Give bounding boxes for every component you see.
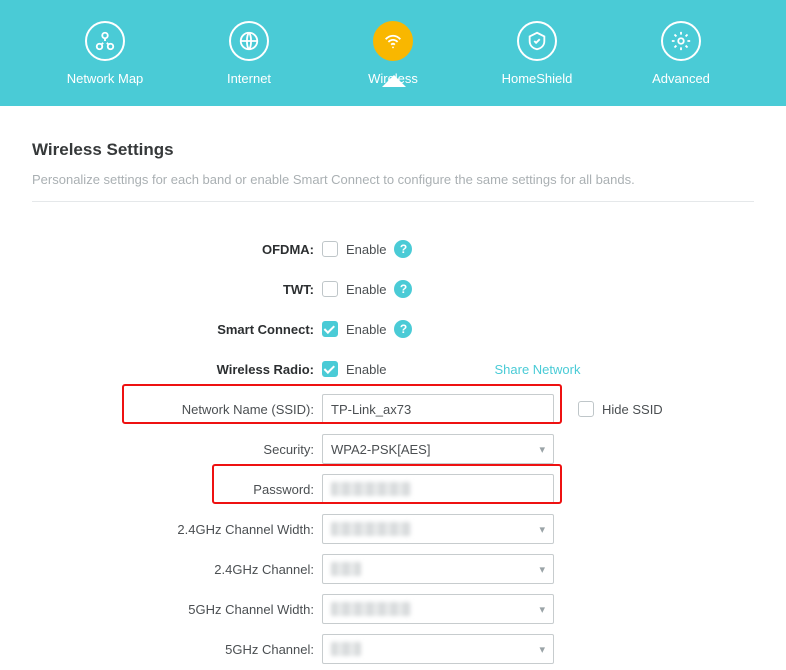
ssid-input[interactable] — [322, 394, 554, 424]
ch-24-label: 2.4GHz Channel: — [32, 562, 322, 577]
nav-network-map[interactable]: Network Map — [57, 21, 153, 86]
blurred-value — [331, 602, 411, 616]
help-icon[interactable]: ? — [394, 240, 412, 258]
ch-width-5-label: 5GHz Channel Width: — [32, 602, 322, 617]
active-tab-arrow — [382, 75, 406, 87]
globe-icon — [229, 21, 269, 61]
chevron-down-icon: ▾ — [539, 523, 545, 536]
ch-24-select[interactable]: ▾ — [322, 554, 554, 584]
row-24-width: 2.4GHz Channel Width: ▾ — [32, 510, 754, 548]
security-value: WPA2-PSK[AES] — [331, 442, 430, 457]
blurred-value — [331, 522, 411, 536]
ssid-label: Network Name (SSID): — [32, 402, 322, 417]
row-24-channel: 2.4GHz Channel: ▾ — [32, 550, 754, 588]
page-content: Wireless Settings Personalize settings f… — [0, 106, 786, 668]
ch-width-24-label: 2.4GHz Channel Width: — [32, 522, 322, 537]
top-nav: Network Map Internet Wireless HomeShield… — [0, 0, 786, 106]
row-ssid: Network Name (SSID): Hide SSID — [32, 390, 754, 428]
help-icon[interactable]: ? — [394, 280, 412, 298]
ofdma-checkbox[interactable] — [322, 241, 338, 257]
ch-width-5-select[interactable]: ▾ — [322, 594, 554, 624]
row-5-width: 5GHz Channel Width: ▾ — [32, 590, 754, 628]
nav-label: Internet — [227, 71, 271, 86]
ch-5-label: 5GHz Channel: — [32, 642, 322, 657]
share-network-link[interactable]: Share Network — [494, 362, 580, 377]
ch-5-select[interactable]: ▾ — [322, 634, 554, 664]
nav-label: HomeShield — [502, 71, 573, 86]
ch-width-24-select[interactable]: ▾ — [322, 514, 554, 544]
network-map-icon — [85, 21, 125, 61]
nav-advanced[interactable]: Advanced — [633, 21, 729, 86]
chevron-down-icon: ▾ — [539, 443, 545, 456]
security-label: Security: — [32, 442, 322, 457]
settings-form: OFDMA: Enable ? TWT: Enable ? Smart Conn… — [32, 230, 754, 668]
nav-label: Network Map — [67, 71, 144, 86]
row-password: Password: — [32, 470, 754, 508]
twt-enable-text: Enable — [346, 282, 386, 297]
ofdma-label: OFDMA: — [32, 242, 322, 257]
row-smart-connect: Smart Connect: Enable ? — [32, 310, 754, 348]
security-select[interactable]: WPA2-PSK[AES] ▾ — [322, 434, 554, 464]
row-wireless-radio: Wireless Radio: Enable Share Network — [32, 350, 754, 388]
wifi-icon — [373, 21, 413, 61]
nav-homeshield[interactable]: HomeShield — [489, 21, 585, 86]
wireless-radio-label: Wireless Radio: — [32, 362, 322, 377]
page-description: Personalize settings for each band or en… — [32, 172, 754, 202]
blurred-value — [331, 482, 411, 496]
password-input[interactable] — [322, 474, 554, 504]
blurred-value — [331, 562, 361, 576]
homeshield-icon — [517, 21, 557, 61]
row-twt: TWT: Enable ? — [32, 270, 754, 308]
wireless-radio-checkbox[interactable] — [322, 361, 338, 377]
gear-icon — [661, 21, 701, 61]
hide-ssid-checkbox[interactable] — [578, 401, 594, 417]
smart-connect-enable-text: Enable — [346, 322, 386, 337]
nav-label: Advanced — [652, 71, 710, 86]
chevron-down-icon: ▾ — [539, 563, 545, 576]
chevron-down-icon: ▾ — [539, 643, 545, 656]
ofdma-enable-text: Enable — [346, 242, 386, 257]
blurred-value — [331, 642, 361, 656]
row-5-channel: 5GHz Channel: ▾ — [32, 630, 754, 668]
page-title: Wireless Settings — [32, 140, 754, 160]
nav-internet[interactable]: Internet — [201, 21, 297, 86]
smart-connect-label: Smart Connect: — [32, 322, 322, 337]
hide-ssid-label: Hide SSID — [602, 402, 663, 417]
row-security: Security: WPA2-PSK[AES] ▾ — [32, 430, 754, 468]
wireless-radio-enable-text: Enable — [346, 362, 386, 377]
chevron-down-icon: ▾ — [539, 603, 545, 616]
twt-label: TWT: — [32, 282, 322, 297]
password-label: Password: — [32, 482, 322, 497]
row-ofdma: OFDMA: Enable ? — [32, 230, 754, 268]
nav-wireless[interactable]: Wireless — [345, 21, 441, 86]
smart-connect-checkbox[interactable] — [322, 321, 338, 337]
help-icon[interactable]: ? — [394, 320, 412, 338]
twt-checkbox[interactable] — [322, 281, 338, 297]
